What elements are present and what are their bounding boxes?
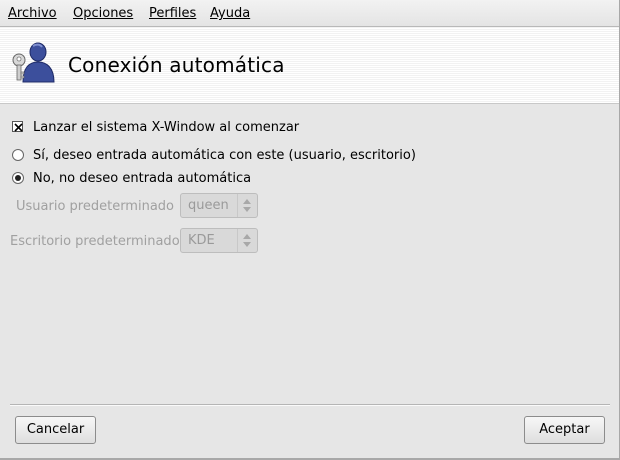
user-key-icon <box>9 40 59 86</box>
menu-opciones-label: Opciones <box>73 6 134 21</box>
checkbox-icon[interactable] <box>12 121 23 132</box>
menu-ayuda-label: Ayuda <box>210 6 251 21</box>
accept-button-label: Aceptar <box>539 422 590 437</box>
menu-perfiles-label: Perfiles <box>149 6 197 21</box>
default-desktop-label: Escritorio predeterminado <box>10 234 180 249</box>
menu-archivo-label: Archivo <box>8 6 57 21</box>
autologin-yes-label: Sí, deseo entrada automática con este (u… <box>33 148 416 163</box>
menu-bar: Archivo Opciones Perfiles Ayuda <box>0 0 620 27</box>
accept-button[interactable]: Aceptar <box>524 416 605 444</box>
button-separator <box>10 404 610 406</box>
launch-x-label: Lanzar el sistema X-Window al comenzar <box>33 120 300 135</box>
default-desktop-spinbox[interactable]: KDE <box>180 228 258 253</box>
page-title: Conexión automática <box>68 53 285 77</box>
spin-down-icon[interactable] <box>243 242 251 247</box>
default-user-label: Usuario predeterminado <box>16 199 174 214</box>
default-user-value: queen <box>188 198 229 213</box>
cancel-button-label: Cancelar <box>26 422 85 437</box>
menu-archivo[interactable]: Archivo <box>8 6 57 21</box>
cancel-button[interactable]: Cancelar <box>15 416 96 444</box>
radio-unselected-icon[interactable] <box>12 149 24 161</box>
menu-opciones[interactable]: Opciones <box>73 6 133 21</box>
autologin-no-label: No, no deseo entrada automática <box>33 171 252 186</box>
spin-down-icon[interactable] <box>243 207 251 212</box>
default-user-spin-arrows[interactable] <box>237 194 257 217</box>
radio-selected-icon[interactable] <box>12 172 24 184</box>
spin-up-icon[interactable] <box>243 234 251 239</box>
header-banner: Conexión automática <box>0 27 620 104</box>
default-desktop-spin-arrows[interactable] <box>237 229 257 252</box>
spin-up-icon[interactable] <box>243 199 251 204</box>
menu-ayuda[interactable]: Ayuda <box>210 6 250 21</box>
menu-perfiles[interactable]: Perfiles <box>149 6 196 21</box>
radio-dot <box>15 175 21 181</box>
default-desktop-value: KDE <box>188 233 215 248</box>
default-user-spinbox[interactable]: queen <box>180 193 258 218</box>
